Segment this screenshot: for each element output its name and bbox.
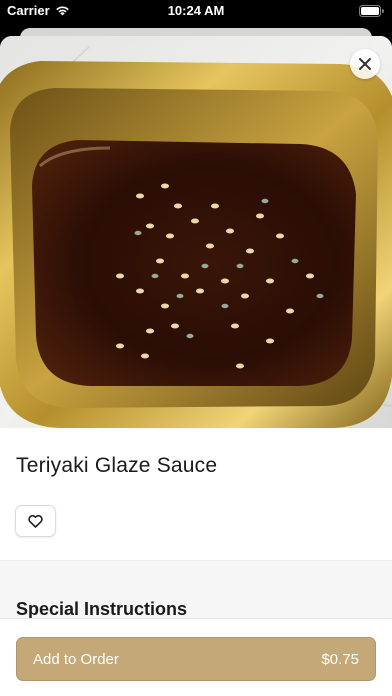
close-button[interactable] bbox=[350, 49, 380, 79]
screen: Carrier 10:24 AM Teriyaki Glaze Sauce Sp… bbox=[0, 0, 392, 696]
order-price: $0.75 bbox=[321, 650, 359, 668]
favorite-button[interactable] bbox=[15, 505, 56, 537]
item-photo bbox=[0, 36, 392, 428]
special-instructions-heading: Special Instructions bbox=[16, 599, 188, 619]
status-bar: Carrier 10:24 AM bbox=[0, 0, 392, 22]
battery-icon bbox=[359, 5, 384, 17]
heart-icon bbox=[28, 514, 43, 528]
add-to-order-label: Add to Order bbox=[33, 650, 119, 668]
close-icon bbox=[359, 58, 371, 70]
item-detail-sheet: Teriyaki Glaze Sauce Special Instruction… bbox=[0, 36, 392, 696]
bottom-action-bar: Add to Order $0.75 bbox=[0, 618, 392, 696]
add-to-order-button[interactable]: Add to Order $0.75 bbox=[16, 637, 376, 681]
item-title: Teriyaki Glaze Sauce bbox=[16, 454, 218, 477]
status-time: 10:24 AM bbox=[167, 3, 225, 18]
